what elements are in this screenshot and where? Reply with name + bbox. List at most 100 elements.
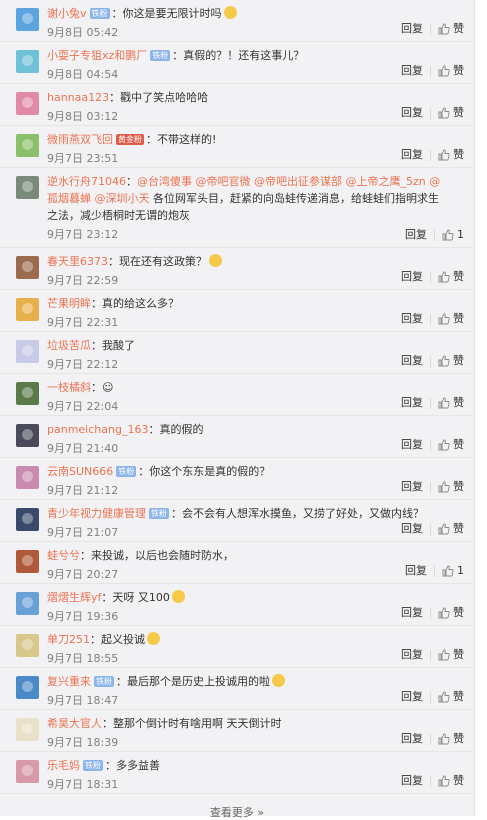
mention-link[interactable]: @上帝之鹰_5zn [346,175,426,188]
username-link[interactable]: 希昊大官人 [47,717,102,730]
fan-badge[interactable]: 黄金粉 [116,134,144,145]
load-more-link[interactable]: 查看更多 » [0,806,474,820]
avatar[interactable] [16,340,39,363]
like-button[interactable]: 1 [442,564,464,578]
avatar[interactable] [16,176,39,199]
mention-link[interactable]: @深圳小天 [95,192,150,205]
username-link[interactable]: 青少年视力健康管理 [47,507,146,520]
reply-button[interactable]: 回复 [401,522,423,536]
avatar[interactable] [16,466,39,489]
avatar[interactable] [16,592,39,615]
reply-button[interactable]: 回复 [401,774,423,788]
username-link[interactable]: panmeichang_163 [47,423,148,436]
username-link[interactable]: 蛙兮兮 [47,549,80,562]
username-link[interactable]: 云南SUN666 [47,465,113,478]
reply-button[interactable]: 回复 [401,732,423,746]
like-button[interactable]: 赞 [438,480,464,494]
reply-button[interactable]: 回复 [401,64,423,78]
avatar[interactable] [16,424,39,447]
comment-text-segment: ：来投诚，以后也会随时防水， [80,549,234,562]
like-button[interactable]: 赞 [438,690,464,704]
like-button[interactable]: 赞 [438,148,464,162]
action-divider [430,439,431,451]
like-button[interactable]: 赞 [438,522,464,536]
action-divider [430,65,431,77]
fan-badge[interactable]: 铁粉 [149,508,169,519]
username-link[interactable]: 单刀251 [47,633,90,646]
like-button[interactable]: 赞 [438,22,464,36]
comment-text-line: 春天里6373：现在还有这政策？ [47,253,445,270]
like-button[interactable]: 赞 [438,270,464,284]
reply-button[interactable]: 回复 [401,690,423,704]
action-divider [430,149,431,161]
comment-text-segment: ：你这个东东是真的假的？ [138,465,271,478]
avatar[interactable] [16,676,39,699]
like-button[interactable]: 赞 [438,438,464,452]
avatar[interactable] [16,508,39,531]
username-link[interactable]: 熠熠生辉yf [47,591,101,604]
mention-link[interactable]: @帝吧官微 [196,175,251,188]
like-button[interactable]: 赞 [438,312,464,326]
username-link[interactable]: 春天里6373 [47,255,108,268]
username-link[interactable]: hannaa123 [47,91,109,104]
username-link[interactable]: 垃圾苦瓜 [47,339,91,352]
username-link[interactable]: 小耍子专狙xz和鹏厂 [47,49,147,62]
reply-button[interactable]: 回复 [401,354,423,368]
comment-text-line: 谢小兔v 铁粉 ：你这是要无限计时吗 [47,5,445,22]
like-button[interactable]: 赞 [438,648,464,662]
like-button[interactable]: 赞 [438,106,464,120]
thumbs-up-icon [438,107,450,119]
fan-badge[interactable]: 铁粉 [83,760,103,771]
avatar[interactable] [16,634,39,657]
like-button[interactable]: 赞 [438,606,464,620]
comment-text-line: 一枝橘斜：☺ [47,379,445,396]
reply-button[interactable]: 回复 [401,270,423,284]
reply-button[interactable]: 回复 [401,648,423,662]
avatar[interactable] [16,760,39,783]
like-button[interactable]: 赞 [438,396,464,410]
comment-text-segment: ：最后那个是历史上投诚用的啦 [116,675,270,688]
like-button[interactable]: 赞 [438,64,464,78]
like-button[interactable]: 1 [442,228,464,242]
avatar[interactable] [16,8,39,31]
username-link[interactable]: 谢小兔v [47,7,87,20]
mention-link[interactable]: @帝吧出征参谋部 [254,175,342,188]
reply-button[interactable]: 回复 [401,606,423,620]
like-button[interactable]: 赞 [438,732,464,746]
avatar[interactable] [16,50,39,73]
fan-badge[interactable]: 铁粉 [89,8,110,19]
username-link[interactable]: 微雨燕双飞回 [47,133,113,146]
fan-badge[interactable]: 铁粉 [116,466,137,477]
fan-badge[interactable]: 铁粉 [94,676,114,687]
like-count: 赞 [453,732,464,745]
mention-link[interactable]: @台湾傻事 [137,175,192,188]
scrollbar[interactable] [481,0,485,816]
username-link[interactable]: 乐毛妈 [47,759,80,772]
username-link[interactable]: 一枝橘斜 [47,381,91,394]
username-link[interactable]: 复兴重来 [47,675,91,688]
username-link[interactable]: 芒果明眸 [47,297,91,310]
avatar[interactable] [16,298,39,321]
username-link[interactable]: 逆水行舟71046 [47,175,126,188]
avatar[interactable] [16,256,39,279]
like-button[interactable]: 赞 [438,354,464,368]
reply-button[interactable]: 回复 [401,312,423,326]
reply-button[interactable]: 回复 [401,148,423,162]
like-count: 1 [457,228,464,241]
reply-button[interactable]: 回复 [405,564,427,578]
avatar[interactable] [16,382,39,405]
reply-button[interactable]: 回复 [401,22,423,36]
fan-badge[interactable]: 铁粉 [150,50,171,61]
avatar[interactable] [16,718,39,741]
like-button[interactable]: 赞 [438,774,464,788]
avatar[interactable] [16,92,39,115]
reply-button[interactable]: 回复 [401,438,423,452]
avatar[interactable] [16,134,39,157]
reply-button[interactable]: 回复 [401,480,423,494]
reply-button[interactable]: 回复 [405,228,427,242]
comment-actions: 回复 赞 [401,774,464,788]
thumbs-up-icon [438,355,450,367]
reply-button[interactable]: 回复 [401,396,423,410]
avatar[interactable] [16,550,39,573]
reply-button[interactable]: 回复 [401,106,423,120]
